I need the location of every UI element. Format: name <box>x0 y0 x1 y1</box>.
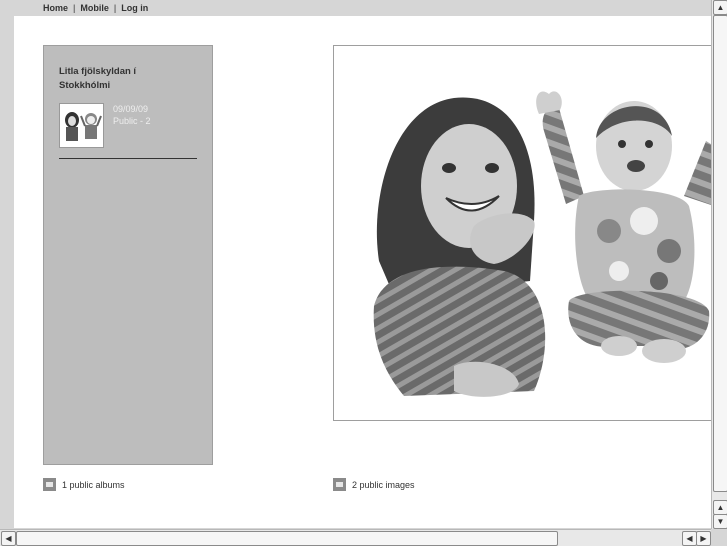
nav-home-link[interactable]: Home <box>43 3 68 13</box>
vertical-scrollbar[interactable]: ▲ ▲ ▼ <box>711 0 727 529</box>
arrow-left-icon[interactable]: ◀ <box>682 531 697 546</box>
arrow-down-icon[interactable]: ▼ <box>713 514 727 529</box>
top-navigation: Home | Mobile | Log in <box>0 0 711 16</box>
album-visibility: Public - 2 <box>113 116 151 126</box>
nav-login-link[interactable]: Log in <box>121 3 148 13</box>
public-albums-info[interactable]: 1 public albums <box>43 478 125 491</box>
folder-icon <box>43 478 56 491</box>
album-title[interactable]: Litla fjölskyldan í Stokkhólmi <box>59 65 179 93</box>
featured-photo[interactable] <box>333 45 715 421</box>
nav-separator: | <box>113 3 117 13</box>
album-sidebar: Litla fjölskyldan í Stokkhólmi 09/09/09 … <box>43 45 213 465</box>
nav-links: Home | Mobile | Log in <box>43 3 148 13</box>
sidebar-divider <box>59 158 197 159</box>
arrow-right-icon[interactable]: ▶ <box>696 531 711 546</box>
arrow-up-icon[interactable]: ▲ <box>713 500 727 515</box>
public-images-info[interactable]: 2 public images <box>333 478 415 491</box>
album-thumbnail[interactable] <box>59 103 104 148</box>
vertical-scroll-thumb[interactable] <box>713 15 727 492</box>
arrow-up-icon[interactable]: ▲ <box>713 0 727 15</box>
nav-mobile-link[interactable]: Mobile <box>80 3 109 13</box>
camera-icon <box>333 478 346 491</box>
album-meta: 09/09/09 Public - 2 <box>113 103 151 127</box>
album-date: 09/09/09 <box>113 104 149 114</box>
public-albums-count: 1 public albums <box>62 479 125 490</box>
public-images-count: 2 public images <box>352 479 415 490</box>
horizontal-scroll-thumb[interactable] <box>16 531 558 546</box>
horizontal-scrollbar[interactable]: ◀ ◀ ▶ <box>0 529 711 546</box>
scrollbar-corner <box>711 529 727 545</box>
nav-separator: | <box>73 3 76 13</box>
arrow-left-icon[interactable]: ◀ <box>1 531 16 546</box>
